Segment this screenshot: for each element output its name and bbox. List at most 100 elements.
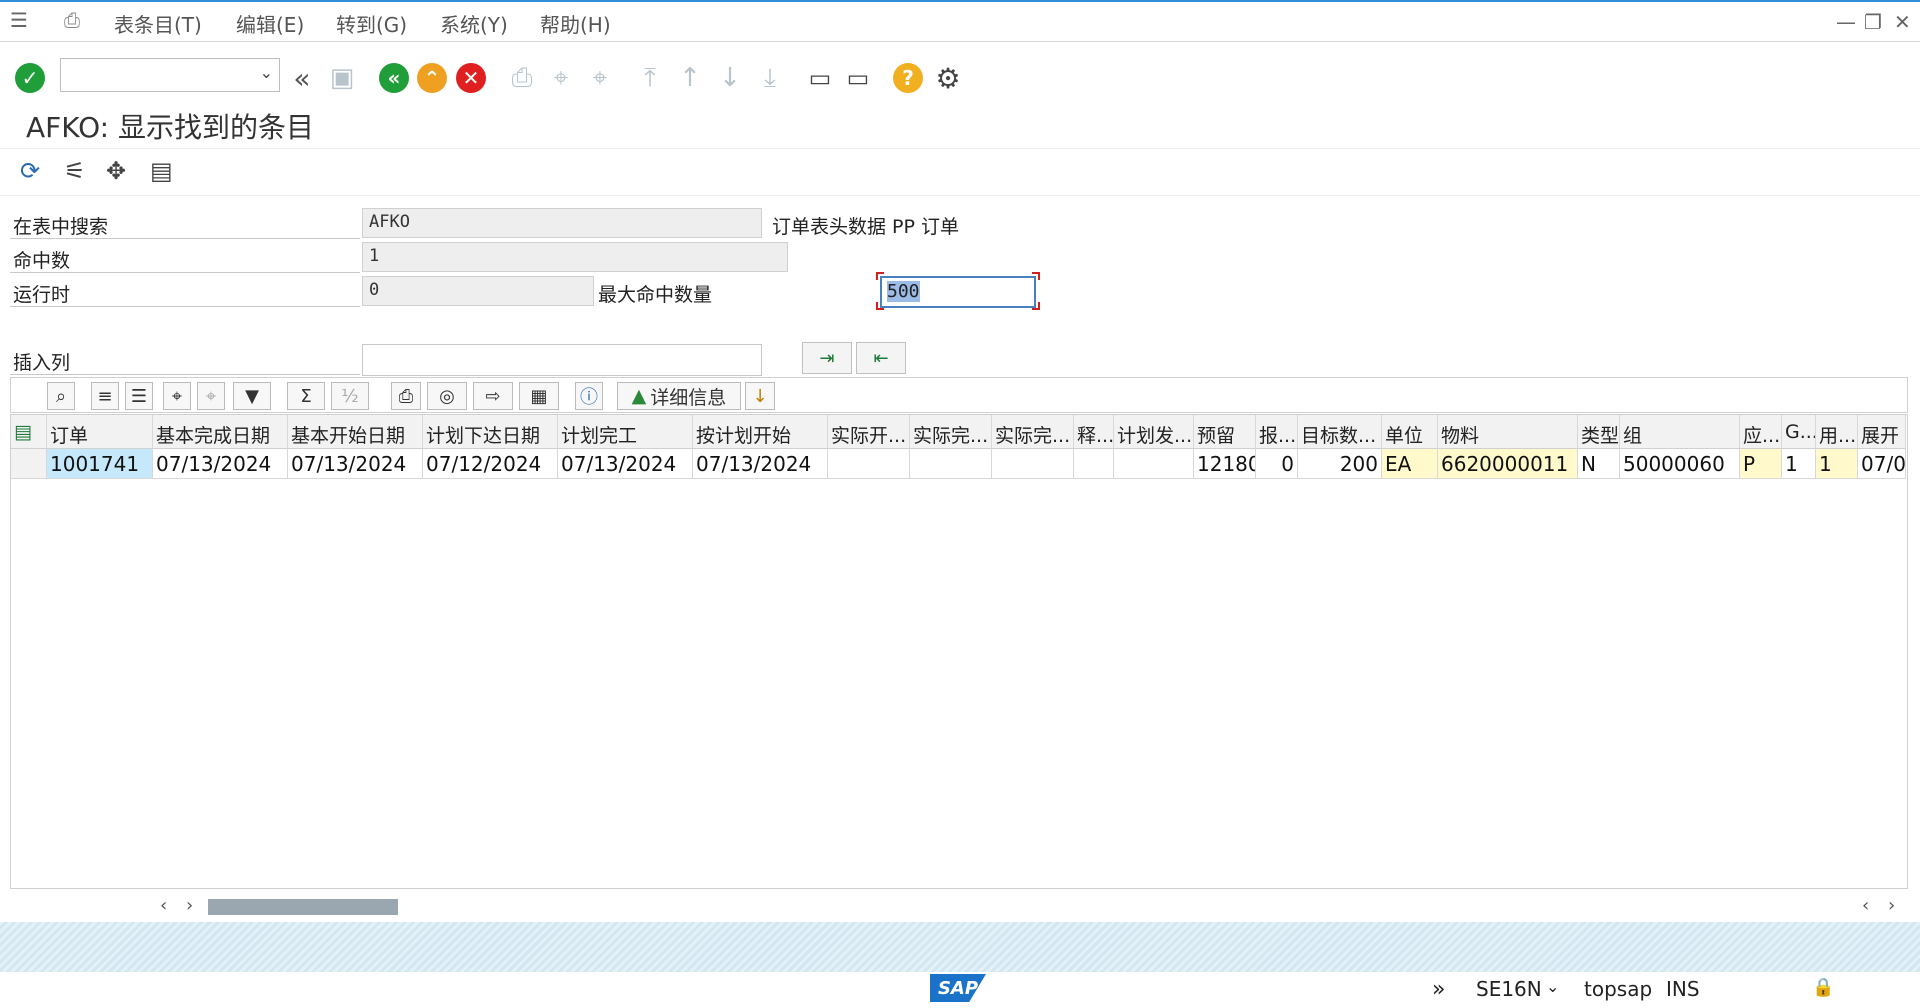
filter-button[interactable]: ▼ bbox=[233, 382, 271, 410]
table-cell[interactable] bbox=[1074, 449, 1114, 479]
max-hits-input[interactable]: 500 bbox=[880, 276, 1036, 308]
table-cell[interactable]: N bbox=[1578, 449, 1620, 479]
details-zoom-button[interactable]: ⌕ bbox=[47, 382, 75, 410]
column-header[interactable]: 类型 bbox=[1578, 415, 1620, 449]
table-cell[interactable]: P bbox=[1740, 449, 1782, 479]
shortcut-icon[interactable]: ▭ bbox=[842, 62, 874, 94]
table-cell[interactable]: 50000060 bbox=[1620, 449, 1740, 479]
sort-button[interactable]: ☰ bbox=[125, 382, 153, 410]
exit-button[interactable]: ⌃ bbox=[416, 62, 448, 94]
save-icon[interactable]: ▣ bbox=[326, 62, 358, 94]
print-preview-button[interactable]: ⎙ bbox=[391, 382, 421, 410]
views-button[interactable]: ◎ bbox=[427, 382, 467, 410]
column-header[interactable]: 目标数... bbox=[1298, 415, 1382, 449]
column-header[interactable]: 释... bbox=[1074, 415, 1114, 449]
print-icon[interactable]: ⎙ bbox=[506, 62, 538, 94]
puzzle-icon[interactable]: ✥ bbox=[106, 157, 126, 185]
table-cell[interactable] bbox=[1114, 449, 1194, 479]
subtotal-button[interactable]: ½ bbox=[331, 382, 369, 410]
enter-button[interactable]: ✓ bbox=[14, 62, 46, 94]
cancel-button[interactable]: ✕ bbox=[455, 62, 487, 94]
scroll-left-icon[interactable]: ‹ bbox=[160, 895, 167, 916]
insert-column-button[interactable]: ⇥ bbox=[802, 342, 852, 374]
column-header[interactable]: 计划下达日期 bbox=[423, 415, 558, 449]
expand-status-icon[interactable]: » bbox=[1432, 977, 1445, 1002]
selection-criteria-icon[interactable]: ⚟ bbox=[64, 157, 86, 185]
chevron-down-icon[interactable]: ⌄ bbox=[260, 63, 273, 82]
row-selector[interactable] bbox=[11, 449, 47, 479]
settings-icon[interactable]: ⚙ bbox=[932, 62, 964, 95]
table-cell[interactable]: EA bbox=[1382, 449, 1438, 479]
chevron-down-icon[interactable]: ⌄ bbox=[1546, 977, 1559, 996]
column-header[interactable]: 基本开始日期 bbox=[288, 415, 423, 449]
align-button[interactable]: ≡ bbox=[91, 382, 119, 410]
table-cell[interactable]: 07/13/2024 bbox=[153, 449, 288, 479]
table-cell[interactable] bbox=[910, 449, 992, 479]
table-cell[interactable] bbox=[992, 449, 1074, 479]
table-cell[interactable]: 1 bbox=[1816, 449, 1858, 479]
table-cell[interactable]: 1 bbox=[1782, 449, 1816, 479]
column-header[interactable]: 用... bbox=[1816, 415, 1858, 449]
find-next-icon[interactable]: ⌖ bbox=[584, 62, 616, 94]
sort-info-button[interactable]: ↓ bbox=[745, 382, 775, 410]
menu-help[interactable]: 帮助(H) bbox=[540, 9, 611, 38]
column-header[interactable]: G... bbox=[1782, 415, 1816, 449]
menu-goto[interactable]: 转到(G) bbox=[336, 9, 407, 38]
column-header[interactable]: 单位 bbox=[1382, 415, 1438, 449]
column-header[interactable]: 组 bbox=[1620, 415, 1740, 449]
table-cell[interactable]: 07/12/2024 bbox=[423, 449, 558, 479]
history-back-icon[interactable]: « bbox=[286, 62, 318, 95]
layout-button[interactable]: ▦ bbox=[519, 382, 559, 410]
scrollbar-thumb[interactable] bbox=[208, 899, 398, 915]
help-button[interactable]: ? bbox=[892, 62, 924, 94]
close-window-icon[interactable]: ✕ bbox=[1894, 10, 1911, 34]
column-header[interactable]: 按计划开始 bbox=[693, 415, 828, 449]
column-header[interactable]: 实际开... bbox=[828, 415, 910, 449]
table-cell[interactable]: 07/13/2024 bbox=[693, 449, 828, 479]
previous-page-icon[interactable]: ↑ bbox=[674, 62, 706, 94]
scroll-right-icon[interactable]: › bbox=[186, 895, 193, 916]
table-cell[interactable]: 12180 bbox=[1194, 449, 1256, 479]
find-button[interactable]: ⌖ bbox=[163, 382, 191, 410]
column-header[interactable]: 实际完... bbox=[992, 415, 1074, 449]
column-header[interactable]: 订单 bbox=[47, 415, 153, 449]
scroll-right-end-icon[interactable]: › bbox=[1888, 895, 1895, 916]
menu-table-entry[interactable]: 表条目(T) bbox=[114, 9, 202, 38]
command-field[interactable]: ⌄ bbox=[60, 58, 280, 92]
info-button[interactable]: ⓘ bbox=[575, 382, 603, 410]
menu-icon[interactable]: ☰ bbox=[10, 8, 28, 32]
find-icon[interactable]: ⌖ bbox=[545, 62, 577, 94]
column-header[interactable]: 计划完工 bbox=[558, 415, 693, 449]
horizontal-scrollbar[interactable]: ‹ › ‹ › bbox=[10, 888, 1908, 922]
sum-button[interactable]: Σ bbox=[287, 382, 325, 410]
column-header[interactable]: 实际完... bbox=[910, 415, 992, 449]
table-cell[interactable]: 07/0 bbox=[1858, 449, 1906, 479]
last-page-icon[interactable]: ⤓ bbox=[754, 62, 786, 94]
menu-system[interactable]: 系统(Y) bbox=[440, 9, 508, 38]
details-button[interactable]: ▲ 详细信息 bbox=[617, 382, 741, 410]
insert-column-input[interactable] bbox=[362, 344, 762, 376]
find-next-button[interactable]: ⌖ bbox=[197, 382, 225, 410]
next-page-icon[interactable]: ↓ bbox=[714, 62, 746, 94]
document-icon[interactable]: ▤ bbox=[150, 157, 173, 185]
column-header[interactable]: 基本完成日期 bbox=[153, 415, 288, 449]
column-header[interactable]: 展开 bbox=[1858, 415, 1906, 449]
back-button[interactable]: « bbox=[378, 62, 410, 94]
table-cell[interactable] bbox=[828, 449, 910, 479]
table-cell[interactable]: 1001741 bbox=[47, 449, 153, 479]
column-header[interactable]: 物料 bbox=[1438, 415, 1578, 449]
remove-column-button[interactable]: ⇤ bbox=[856, 342, 906, 374]
table-cell[interactable]: 6620000011 bbox=[1438, 449, 1578, 479]
column-header[interactable]: 报... bbox=[1256, 415, 1298, 449]
first-page-icon[interactable]: ⤒ bbox=[634, 62, 666, 94]
column-header[interactable]: 计划发... bbox=[1114, 415, 1194, 449]
new-session-icon[interactable]: ▭ bbox=[804, 62, 836, 94]
column-header[interactable]: 预留 bbox=[1194, 415, 1256, 449]
column-header[interactable]: 应... bbox=[1740, 415, 1782, 449]
export-button[interactable]: ⇨ bbox=[473, 382, 513, 410]
table-cell[interactable]: 07/13/2024 bbox=[288, 449, 423, 479]
scroll-left-end-icon[interactable]: ‹ bbox=[1862, 895, 1869, 916]
table-cell[interactable]: 0 bbox=[1256, 449, 1298, 479]
refresh-icon[interactable]: ⟳ bbox=[20, 157, 40, 185]
table-cell[interactable]: 200 bbox=[1298, 449, 1382, 479]
